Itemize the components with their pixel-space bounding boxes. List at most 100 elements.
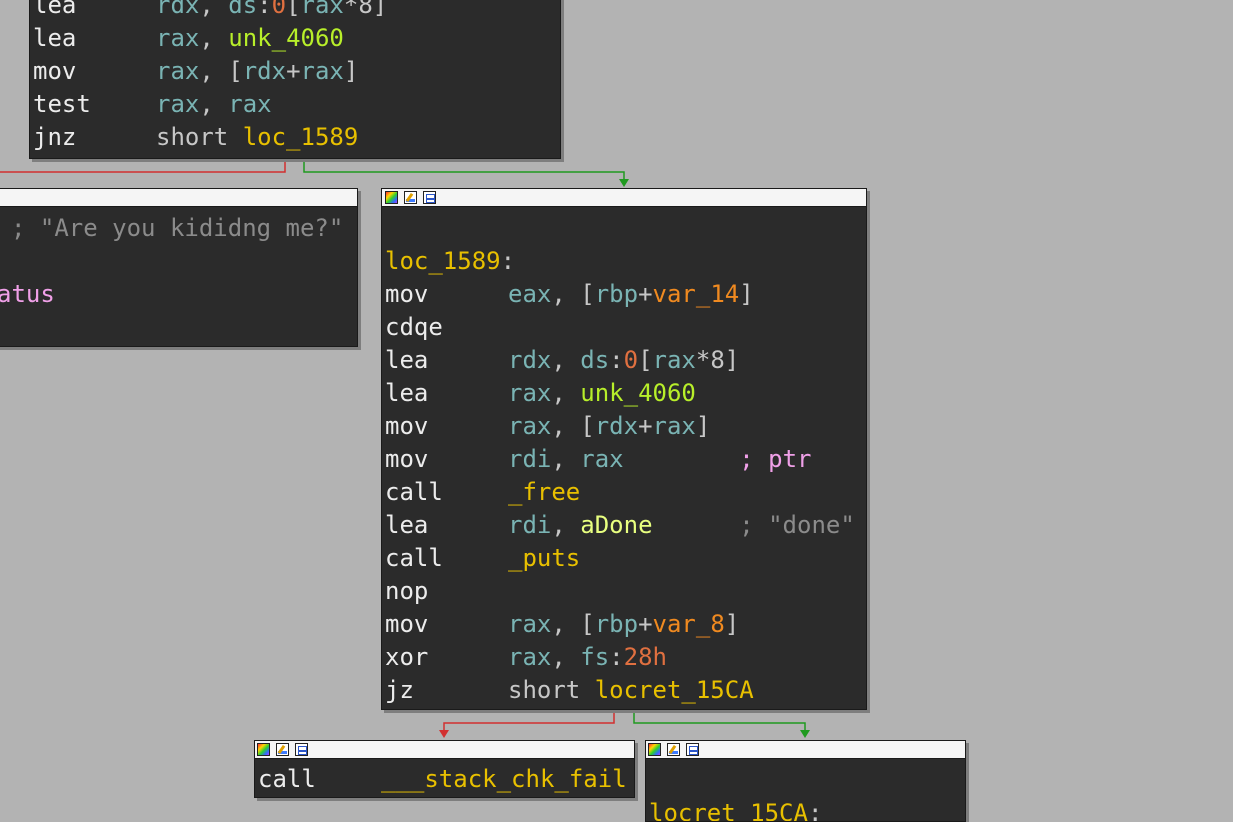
code-line[interactable]: lea rdx, ds:0[rax*8] [33, 0, 560, 22]
code-line[interactable]: lea rdi, aDone ; "done" [385, 509, 866, 542]
code-line[interactable]: mov rax, [rdx+rax] [33, 55, 560, 88]
edit-icon[interactable] [276, 743, 289, 756]
code-block-loc_1589[interactable]: loc_1589: mov eax, [rbp+var_14] cdqe lea rdx,… [381, 188, 867, 710]
operand-token[interactable]: _puts [508, 544, 580, 572]
operand-token: , [ [551, 412, 595, 440]
mnemonic[interactable]: call [385, 542, 443, 575]
mnemonic[interactable]: mov [33, 55, 76, 88]
operand-token[interactable]: locret_15CA [595, 676, 754, 704]
operand-token: + [638, 280, 653, 308]
code-line[interactable]: test rax, rax [33, 88, 560, 121]
code-block-top[interactable]: lea rdx, ds:0[rax*8] lea rax, unk_4060mov ra… [29, 0, 561, 159]
code-label[interactable]: loc_1589 [385, 247, 501, 275]
operand-token[interactable]: ___stack_chk_fail [381, 765, 627, 793]
operands: rax, [rdx+rax] [508, 410, 710, 443]
code-line[interactable] [385, 212, 866, 245]
operand-token[interactable]: var_14 [653, 280, 740, 308]
mnemonic[interactable]: call [258, 763, 316, 796]
code-line[interactable] [649, 764, 965, 797]
code-line[interactable]: mov rax, [rdx+rax] [385, 410, 866, 443]
operand-token: ] [739, 280, 754, 308]
mnemonic[interactable]: xor [385, 641, 428, 674]
operand-token: , [ [199, 57, 243, 85]
operand-token[interactable]: _free [508, 478, 580, 506]
operand-token[interactable]: loc_1589 [243, 123, 359, 151]
edge-false-top-left [0, 158, 286, 173]
code-line[interactable]: loc_1589: [385, 245, 866, 278]
graph-overview-icon[interactable] [423, 191, 436, 204]
operand-token: rax [508, 379, 552, 407]
operand-token: rax [156, 57, 200, 85]
code-line[interactable]: mov rdi, rax ; ptr [385, 443, 866, 476]
operand-token: rdi [508, 445, 552, 473]
graph-overview-icon[interactable] [686, 743, 699, 756]
mnemonic[interactable]: call [385, 476, 443, 509]
operands: rax, unk_4060 [156, 22, 344, 55]
code-line[interactable]: lea rax, unk_4060 [33, 22, 560, 55]
operand-token: : [609, 643, 624, 671]
mnemonic[interactable]: lea [385, 377, 428, 410]
code-line[interactable]: atus [0, 278, 357, 311]
code-line[interactable]: nop [385, 575, 866, 608]
operand-token: , [551, 643, 581, 671]
color-palette-icon[interactable] [648, 743, 661, 756]
operand-token[interactable]: unk_4060 [228, 24, 344, 52]
operand-token: ptr [768, 445, 812, 473]
color-palette-icon[interactable] [385, 191, 398, 204]
mnemonic[interactable]: cdqe [385, 311, 443, 344]
mnemonic[interactable]: mov [385, 608, 428, 641]
operand-token[interactable]: aDone [580, 511, 652, 539]
operands: rax, rax [156, 88, 272, 121]
code-block-stack-chk-fail[interactable]: call ___stack_chk_fail [254, 740, 635, 798]
code-line[interactable]: locret_15CA: [649, 797, 965, 821]
mnemonic[interactable]: test [33, 88, 91, 121]
code-line[interactable]: call _puts [385, 542, 866, 575]
graph-overview-icon[interactable] [295, 743, 308, 756]
mnemonic[interactable]: mov [385, 410, 428, 443]
edit-icon[interactable] [404, 191, 417, 204]
code-line[interactable]: mov eax, [rbp+var_14] [385, 278, 866, 311]
mnemonic[interactable]: mov [385, 278, 428, 311]
mnemonic[interactable]: lea [33, 22, 76, 55]
mnemonic[interactable]: jz [385, 674, 414, 707]
label-colon: : [500, 247, 516, 275]
operand-token: , [551, 379, 581, 407]
code-label[interactable]: locret_15CA [649, 799, 808, 821]
operand-token: ds [580, 346, 610, 374]
code-line[interactable]: call _free [385, 476, 866, 509]
code-block-left[interactable]: ; "Are you kididng me?" atus [0, 188, 358, 347]
code-line[interactable]: lea rdx, ds:0[rax*8] [385, 344, 866, 377]
mnemonic[interactable]: jnz [33, 121, 76, 154]
code-line[interactable]: lea rax, unk_4060 [385, 377, 866, 410]
code-line[interactable]: call ___stack_chk_fail [258, 763, 634, 796]
edge-true-main-ret [633, 709, 806, 735]
operand-token[interactable]: unk_4060 [580, 379, 696, 407]
edit-icon[interactable] [667, 743, 680, 756]
code-line[interactable]: ; "Are you kididng me?" [0, 212, 357, 245]
operand-token: short [156, 123, 243, 151]
operands: eax, [rbp+var_14] [508, 278, 754, 311]
edge-false-main-fail-arrow [439, 730, 449, 738]
code-block-locret_15CA[interactable]: locret_15CA: [645, 740, 966, 822]
mnemonic[interactable]: nop [385, 575, 428, 608]
edge-true-top-main-arrow [619, 179, 629, 187]
operand-token: rax [508, 412, 552, 440]
mnemonic[interactable]: lea [33, 0, 76, 22]
operand-token[interactable]: var_8 [653, 610, 725, 638]
mnemonic[interactable]: lea [385, 509, 428, 542]
operand-token: : [609, 346, 624, 374]
operand-token: rax [580, 445, 624, 473]
color-palette-icon[interactable] [257, 743, 270, 756]
code-line[interactable]: xor rax, fs:28h [385, 641, 866, 674]
mnemonic[interactable]: lea [385, 344, 428, 377]
code-line[interactable] [0, 245, 357, 278]
code-line[interactable]: jnz short loc_1589 [33, 121, 560, 154]
mnemonic[interactable]: mov [385, 443, 428, 476]
code-line[interactable]: cdqe [385, 311, 866, 344]
block-title-bar [646, 741, 965, 759]
code-line[interactable]: mov rax, [rbp+var_8] [385, 608, 866, 641]
operands: rax, unk_4060 [508, 377, 696, 410]
operand-token: ] [343, 57, 359, 85]
code-line[interactable]: jz short locret_15CA [385, 674, 866, 707]
operand-token: fs [580, 643, 610, 671]
